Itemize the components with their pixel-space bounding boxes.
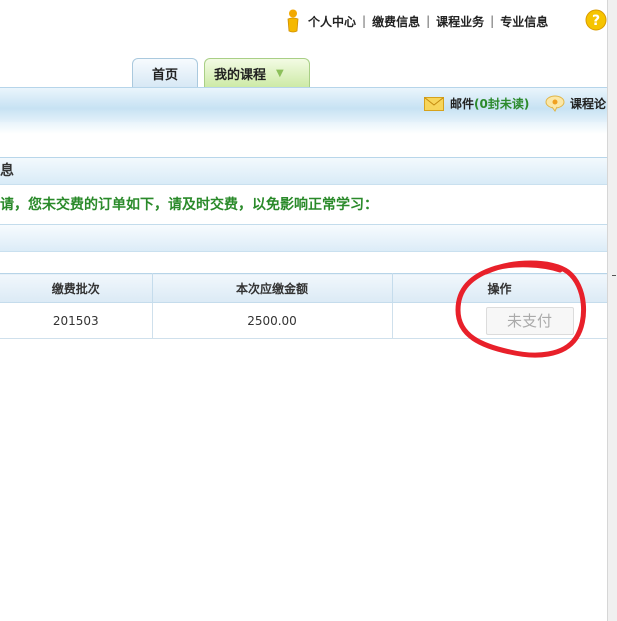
nav-separator: | <box>362 14 367 28</box>
help-icon[interactable]: ? <box>585 9 607 31</box>
section-title: 息 <box>0 163 14 179</box>
tab-my-courses-label: 我的课程 <box>214 67 267 83</box>
unpaid-notice: 请，您未交费的订单如下，请及时交费，以免影响正常学习： <box>0 197 378 213</box>
nav-separator: | <box>426 14 431 28</box>
top-nav-links: 个人中心 | 缴费信息 | 课程业务 | 专业信息 <box>308 11 548 31</box>
mail-link[interactable]: 邮件(0封未读) <box>450 95 529 112</box>
course-forum-link[interactable]: 课程论 <box>570 95 606 112</box>
person-icon <box>286 9 300 33</box>
column-header-action: 操作 <box>391 273 608 303</box>
tab-home-label: 首页 <box>151 67 178 83</box>
nav-separator: | <box>490 14 495 28</box>
payment-table: 缴费批次 本次应缴金额 操作 201503 2500.00 未支付 <box>0 273 608 339</box>
scrollbar-tick <box>612 275 616 276</box>
tab-home[interactable]: 首页 <box>132 58 198 87</box>
cell-batch: 201503 <box>0 302 153 339</box>
nav-link-major-info[interactable]: 专业信息 <box>500 13 548 30</box>
cell-amount: 2500.00 <box>151 302 393 339</box>
nav-link-course-business[interactable]: 课程业务 <box>436 13 484 30</box>
section-title-bar <box>0 157 607 185</box>
section-sub-bar <box>0 224 607 252</box>
svg-text:?: ? <box>592 13 600 29</box>
mail-unread-count: (0封未读) <box>474 97 530 111</box>
forum-icon[interactable] <box>545 94 565 112</box>
mail-icon[interactable] <box>424 97 444 111</box>
header-fade <box>0 122 607 134</box>
table-header-row: 缴费批次 本次应缴金额 操作 <box>0 273 608 303</box>
nav-link-personal-center[interactable]: 个人中心 <box>308 13 356 30</box>
cell-action: 未支付 <box>391 302 608 339</box>
mail-label: 邮件 <box>450 97 475 111</box>
vertical-scrollbar[interactable] <box>607 0 617 621</box>
table-row: 201503 2500.00 未支付 <box>0 302 608 339</box>
column-header-batch: 缴费批次 <box>0 273 153 303</box>
tab-my-courses[interactable]: 我的课程 ▼ <box>204 58 310 87</box>
column-header-amount: 本次应缴金额 <box>151 273 393 303</box>
unpaid-button[interactable]: 未支付 <box>485 306 574 335</box>
chevron-down-icon: ▼ <box>276 67 284 79</box>
nav-link-payment-info[interactable]: 缴费信息 <box>372 13 420 30</box>
